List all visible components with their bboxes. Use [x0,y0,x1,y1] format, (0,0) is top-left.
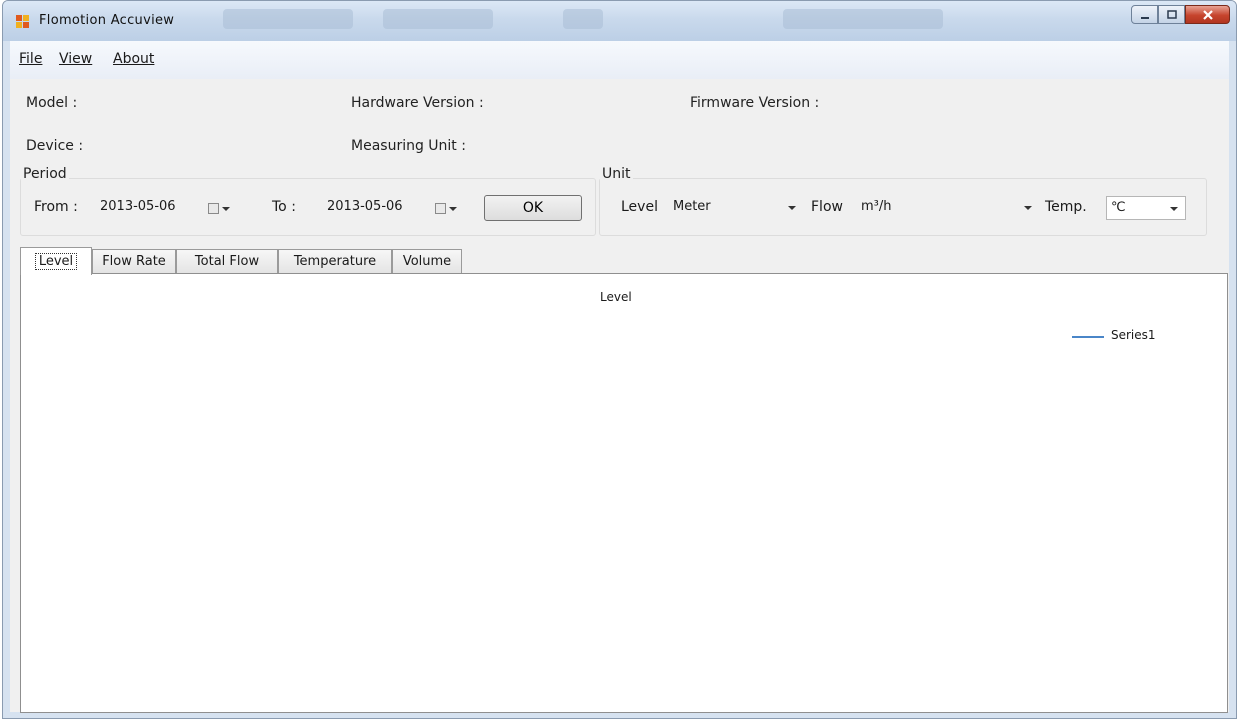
level-unit-label: Level [621,199,658,215]
flow-unit-value: m³/h [861,199,892,214]
chevron-down-icon [788,206,796,210]
level-unit-select[interactable]: Meter [669,196,803,220]
from-date-value: 2013-05-06 [100,199,176,214]
to-date-picker[interactable]: 2013-05-06 [325,196,465,220]
minimize-icon [1140,16,1149,19]
menu-bar: File View About [10,41,1229,79]
from-date-picker[interactable]: 2013-05-06 [98,196,238,220]
caption-buttons [1131,5,1230,26]
taskbar-blur [223,9,353,29]
tab-total-flow[interactable]: Total Flow [176,249,278,273]
to-label: To : [272,199,296,215]
app-icon[interactable] [16,15,30,29]
tab-temperature[interactable]: Temperature [278,249,392,273]
title-bar[interactable]: Flomotion Accuview [3,1,1236,41]
chevron-down-icon [449,207,457,211]
tab-flow-rate[interactable]: Flow Rate [92,249,176,273]
menu-about[interactable]: About [113,51,154,67]
menu-file[interactable]: File [19,51,42,67]
ok-button[interactable]: OK [484,195,582,221]
menu-view[interactable]: View [59,51,92,67]
chevron-down-icon [1024,206,1032,210]
calendar-icon[interactable] [208,203,219,214]
level-unit-value: Meter [673,199,711,214]
close-button[interactable] [1185,5,1230,24]
chart-panel: Level Series1 [20,273,1228,713]
chevron-down-icon [1170,207,1178,211]
flow-unit-select[interactable]: m³/h [857,196,1039,220]
window-title: Flomotion Accuview [39,13,175,28]
from-label: From : [34,199,78,215]
temp-unit-select[interactable]: ℃ [1106,196,1186,220]
period-group-title: Period [21,166,69,182]
maximize-button[interactable] [1158,5,1185,24]
tab-level[interactable]: Level [20,247,92,275]
maximize-icon [1166,9,1177,19]
calendar-icon[interactable] [435,203,446,214]
firmware-version-label: Firmware Version : [690,95,820,111]
temp-unit-value: ℃ [1111,200,1126,215]
taskbar-blur [383,9,493,29]
taskbar-blur [783,9,943,29]
app-window: Flomotion Accuview File View About Model… [2,0,1237,719]
tab-volume[interactable]: Volume [392,249,462,273]
client-area: File View About Model : Hardware Version… [10,41,1229,713]
hardware-version-label: Hardware Version : [351,95,484,111]
legend-series-line [1072,336,1104,338]
to-date-value: 2013-05-06 [327,199,403,214]
temp-unit-label: Temp. [1045,199,1087,215]
device-label: Device : [26,138,84,154]
model-label: Model : [26,95,78,111]
unit-group-title: Unit [600,166,633,182]
measuring-unit-label: Measuring Unit : [351,138,466,154]
close-icon [1202,9,1213,20]
chevron-down-icon [222,207,230,211]
minimize-button[interactable] [1131,5,1158,24]
taskbar-blur [563,9,603,29]
chart-title: Level [600,290,632,304]
flow-unit-label: Flow [811,199,843,215]
legend-series-label: Series1 [1111,328,1156,342]
